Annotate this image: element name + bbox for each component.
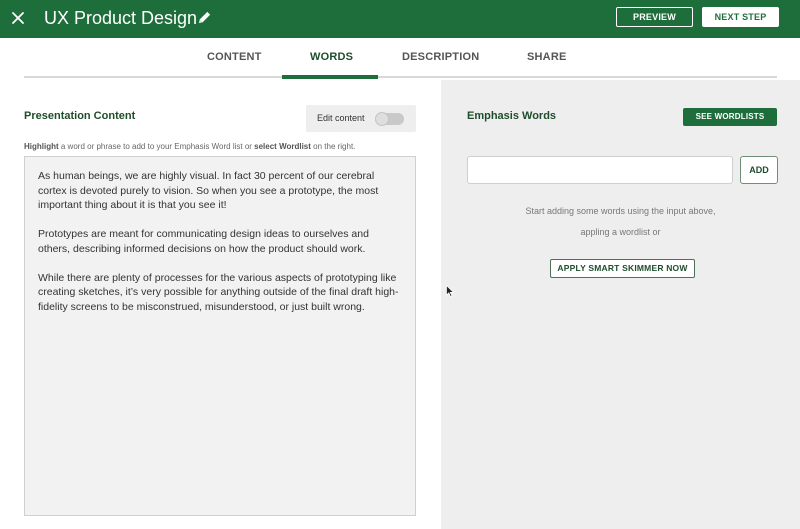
content-paragraph[interactable]: While there are plenty of processes for … bbox=[38, 271, 402, 315]
emphasis-words-panel: Emphasis Words SEE WORDLISTS ADD Start a… bbox=[441, 80, 800, 529]
edit-content-label: Edit content bbox=[317, 113, 365, 123]
tab-content[interactable]: CONTENT bbox=[207, 51, 262, 63]
mouse-cursor-icon bbox=[446, 285, 454, 297]
tab-share[interactable]: SHARE bbox=[527, 51, 567, 63]
presentation-content-title: Presentation Content bbox=[24, 110, 136, 122]
preview-button[interactable]: PREVIEW bbox=[616, 7, 693, 27]
tab-bar: CONTENT WORDS DESCRIPTION SHARE bbox=[0, 38, 800, 79]
edit-content-toggle[interactable] bbox=[375, 112, 404, 126]
tab-words[interactable]: WORDS bbox=[310, 51, 353, 63]
pencil-icon[interactable] bbox=[197, 10, 212, 25]
hint-highlight: Highlight bbox=[24, 142, 59, 151]
next-step-button[interactable]: NEXT STEP bbox=[702, 7, 779, 27]
content-paragraph[interactable]: As human beings, we are highly visual. I… bbox=[38, 169, 402, 213]
hint-text: a word or phrase to add to your Emphasis… bbox=[58, 142, 255, 151]
edit-content-control: Edit content bbox=[306, 105, 416, 132]
top-bar: UX Product Design PREVIEW NEXT STEP bbox=[0, 0, 800, 38]
close-icon[interactable] bbox=[8, 8, 28, 28]
see-wordlists-button[interactable]: SEE WORDLISTS bbox=[683, 108, 777, 126]
add-word-button[interactable]: ADD bbox=[740, 156, 778, 184]
presentation-content-text[interactable]: As human beings, we are highly visual. I… bbox=[24, 156, 416, 516]
apply-smart-skimmer-button[interactable]: APPLY SMART SKIMMER NOW bbox=[550, 259, 695, 278]
tab-divider bbox=[24, 76, 777, 78]
tab-description[interactable]: DESCRIPTION bbox=[402, 51, 479, 63]
empty-state-line-2: appling a wordlist or bbox=[580, 227, 661, 237]
emphasis-word-input[interactable] bbox=[467, 156, 733, 184]
hint-select-wordlist: select Wordlist bbox=[254, 142, 311, 151]
hint-text-end: on the right. bbox=[310, 142, 356, 151]
active-tab-indicator bbox=[282, 75, 378, 79]
empty-state-line-1: Start adding some words using the input … bbox=[525, 206, 716, 216]
content-paragraph[interactable]: Prototypes are meant for communicating d… bbox=[38, 227, 402, 256]
presentation-content-panel: Presentation Content Edit content Highli… bbox=[0, 80, 441, 529]
page-title: UX Product Design bbox=[44, 8, 198, 28]
emphasis-words-title: Emphasis Words bbox=[467, 110, 557, 122]
highlight-hint: Highlight a word or phrase to add to you… bbox=[24, 142, 355, 151]
toggle-knob bbox=[375, 112, 389, 126]
